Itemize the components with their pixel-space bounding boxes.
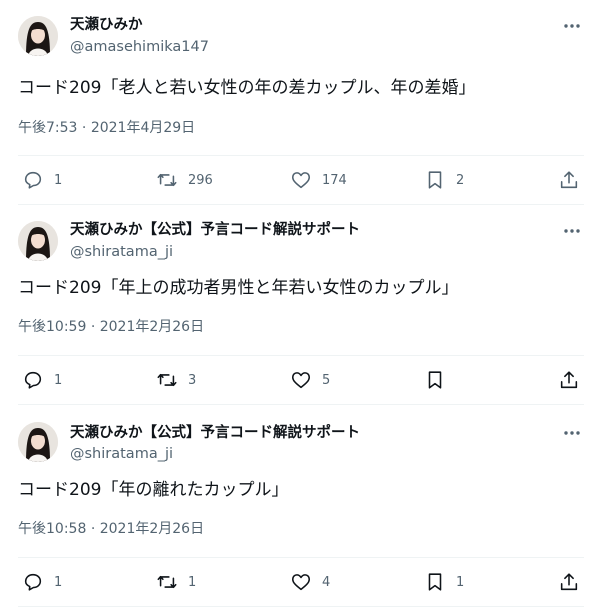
more-dots-icon[interactable]	[562, 17, 582, 35]
bookmark-icon	[428, 371, 442, 389]
avatar-image	[18, 221, 58, 261]
share-icon	[560, 171, 578, 189]
reply-button[interactable]: 1	[22, 570, 62, 594]
retweet-icon	[157, 373, 177, 387]
tweet-text: コード209「老人と若い女性の年の差カップル、年の差婚」	[18, 78, 476, 98]
avatar[interactable]	[18, 221, 58, 261]
reply-count: 1	[54, 172, 63, 188]
bookmark-icon	[428, 171, 442, 189]
divider	[18, 606, 584, 607]
reply-count: 1	[54, 372, 63, 388]
share-button[interactable]	[558, 368, 580, 392]
retweet-count: 3	[188, 372, 197, 388]
share-icon	[560, 573, 578, 591]
reply-button[interactable]: 1	[22, 368, 62, 392]
bookmark-button[interactable]: 2	[424, 168, 464, 192]
bookmark-count: 2	[456, 172, 465, 188]
bookmark-button[interactable]	[424, 368, 456, 392]
author-handle[interactable]: @amasehimika147	[70, 38, 209, 56]
retweet-button[interactable]: 296	[156, 168, 213, 192]
retweet-button[interactable]: 1	[156, 570, 196, 594]
tweet-timestamp[interactable]: 午後10:58 · 2021年2月26日	[18, 520, 204, 538]
reply-bubble-icon	[24, 573, 42, 591]
like-count: 174	[322, 172, 347, 188]
author-handle[interactable]: @shiratama_ji	[70, 243, 173, 261]
divider	[18, 404, 584, 405]
reply-count: 1	[54, 574, 63, 590]
bookmark-count: 1	[456, 574, 465, 590]
tweet-time[interactable]: 午後10:58	[18, 521, 86, 537]
author-name[interactable]: 天瀬ひみか【公式】予言コード解説サポート	[70, 221, 360, 239]
retweet-count: 296	[188, 172, 213, 188]
tweet-timestamp[interactable]: 午後7:53 · 2021年4月29日	[18, 119, 195, 137]
avatar[interactable]	[18, 422, 58, 462]
heart-icon	[291, 172, 311, 189]
tweet-date[interactable]: 2021年2月26日	[100, 521, 204, 537]
bookmark-button[interactable]: 1	[424, 570, 464, 594]
share-button[interactable]	[558, 570, 580, 594]
action-bar: 1 296 174 2	[0, 168, 598, 192]
like-button[interactable]: 174	[290, 168, 347, 192]
avatar-image	[18, 16, 58, 56]
tweet-text: コード209「年上の成功者男性と年若い女性のカップル」	[18, 278, 459, 298]
more-dots-icon[interactable]	[562, 424, 582, 442]
meta-separator: ·	[90, 521, 96, 537]
tweet-date[interactable]: 2021年4月29日	[91, 120, 195, 136]
author-name[interactable]: 天瀬ひみか【公式】予言コード解説サポート	[70, 424, 360, 442]
reply-bubble-icon	[24, 171, 42, 189]
divider	[18, 355, 584, 356]
action-bar: 1 3 5	[0, 368, 598, 392]
like-button[interactable]: 4	[290, 570, 330, 594]
divider	[18, 155, 584, 156]
heart-icon	[291, 574, 311, 591]
tweet-time[interactable]: 午後10:59	[18, 319, 86, 335]
reply-button[interactable]: 1	[22, 168, 62, 192]
meta-separator: ·	[81, 120, 87, 136]
tweet-timestamp[interactable]: 午後10:59 · 2021年2月26日	[18, 318, 204, 336]
avatar-image	[18, 422, 58, 462]
retweet-count: 1	[188, 574, 197, 590]
reply-bubble-icon	[24, 371, 42, 389]
more-dots-icon[interactable]	[562, 222, 582, 240]
divider	[18, 557, 584, 558]
like-count: 4	[322, 574, 331, 590]
retweet-button[interactable]: 3	[156, 368, 196, 392]
like-button[interactable]: 5	[290, 368, 330, 392]
tweet-time[interactable]: 午後7:53	[18, 120, 77, 136]
meta-separator: ·	[90, 319, 96, 335]
like-count: 5	[322, 372, 331, 388]
retweet-icon	[157, 575, 177, 589]
share-button[interactable]	[558, 168, 580, 192]
avatar[interactable]	[18, 16, 58, 56]
heart-icon	[291, 372, 311, 389]
bookmark-icon	[428, 573, 442, 591]
author-name[interactable]: 天瀬ひみか	[70, 16, 143, 34]
retweet-icon	[157, 173, 177, 187]
tweet-text: コード209「年の離れたカップル」	[18, 480, 289, 500]
author-handle[interactable]: @shiratama_ji	[70, 445, 173, 463]
action-bar: 1 1 4 1	[0, 570, 598, 594]
share-icon	[560, 371, 578, 389]
tweet-date[interactable]: 2021年2月26日	[100, 319, 204, 335]
divider	[18, 204, 584, 205]
